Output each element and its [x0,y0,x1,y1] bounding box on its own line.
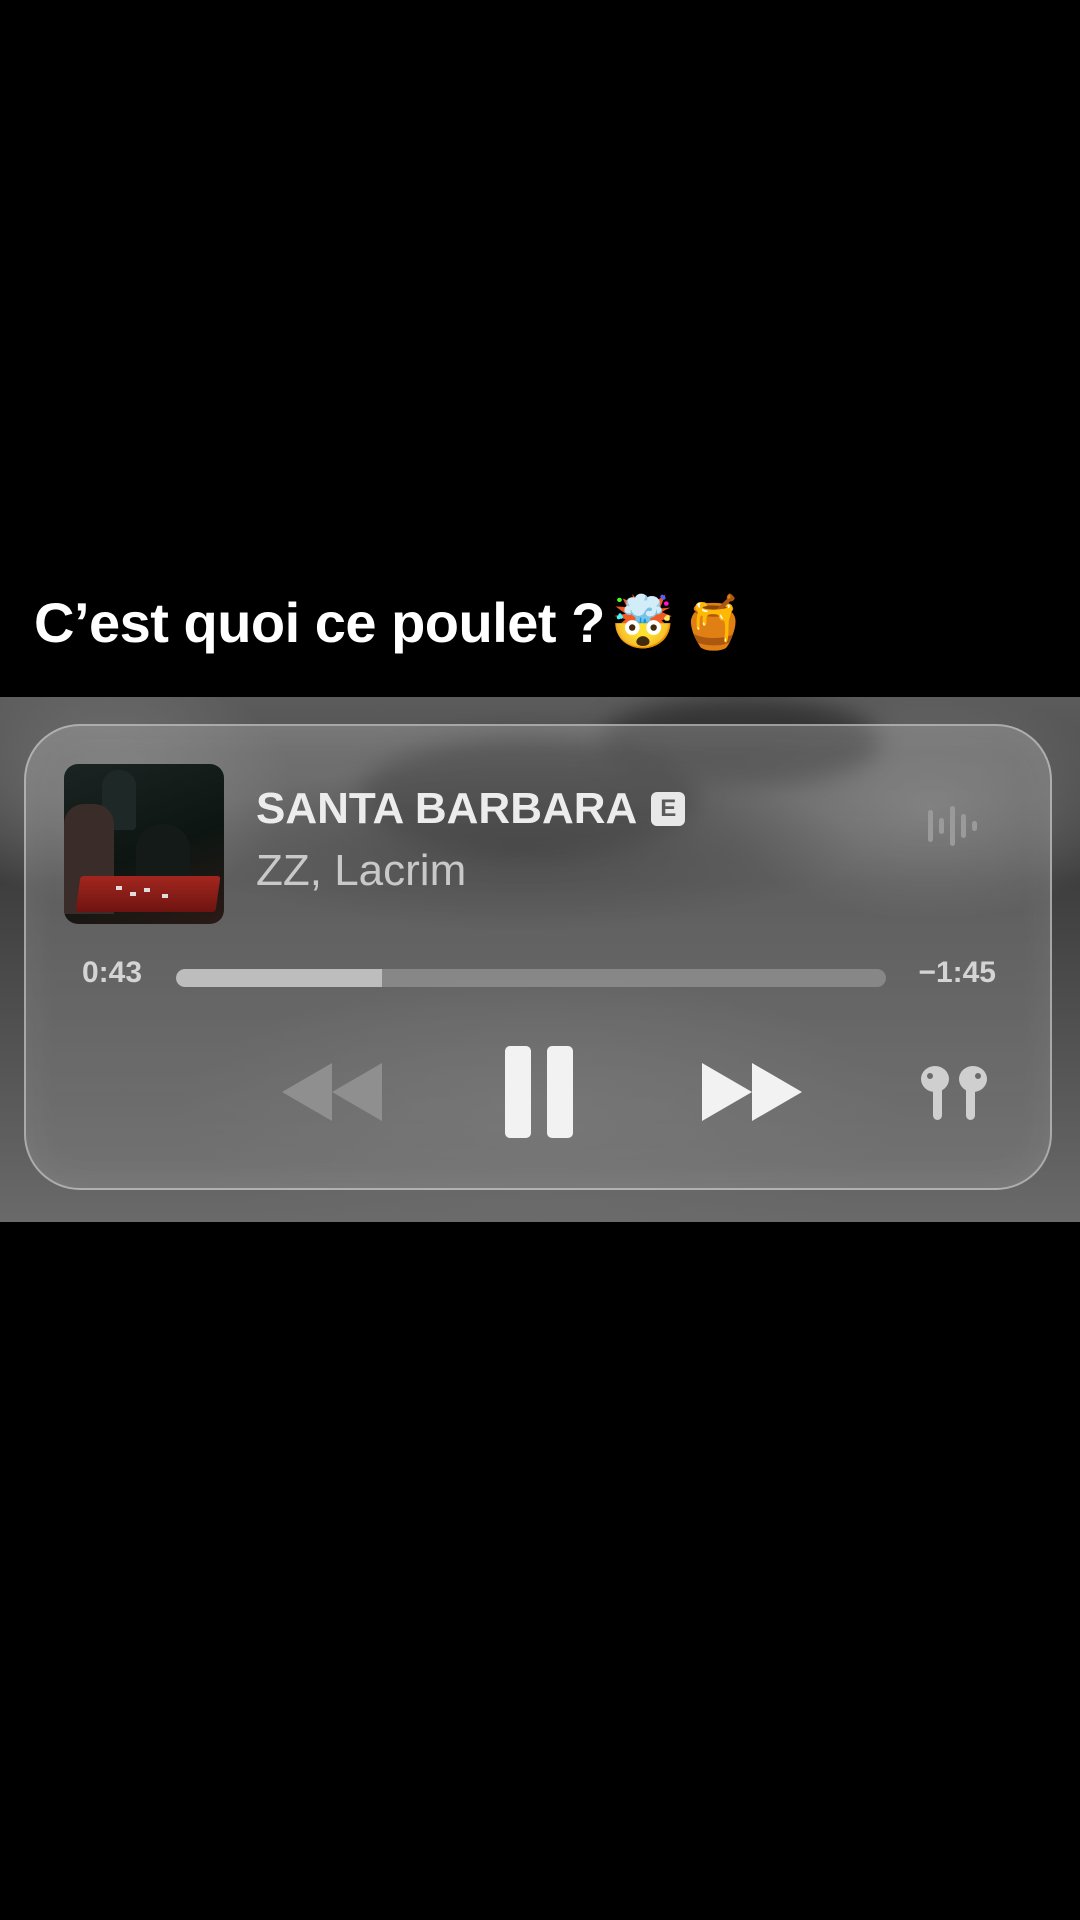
artist-name[interactable]: ZZ, Lacrim [256,846,466,896]
caption-text: C’est quoi ce poulet ? [34,591,605,654]
airpods-icon[interactable] [918,1064,990,1122]
now-playing-widget: SANTA BARBARA E ZZ, Lacrim 0:43 −1:45 [24,724,1052,1190]
fast-forward-icon[interactable] [700,1061,804,1123]
exploding-head-emoji: 🤯 [610,593,676,653]
song-title-row: SANTA BARBARA E [256,784,686,834]
honey-pot-emoji: 🍯 [681,593,746,653]
waveform-icon[interactable] [926,804,986,848]
rewind-icon[interactable] [280,1061,384,1123]
caption: C’est quoi ce poulet ? 🤯 🍯 [34,590,746,655]
explicit-badge: E [651,792,686,826]
song-title: SANTA BARBARA [256,784,638,833]
video-background: SANTA BARBARA E ZZ, Lacrim 0:43 −1:45 [0,697,1080,1222]
progress-bar[interactable] [176,969,886,987]
album-art[interactable] [64,764,224,924]
elapsed-time: 0:43 [82,956,143,989]
progress-fill [176,969,382,987]
pause-icon[interactable] [503,1044,575,1140]
remaining-time: −1:45 [918,956,996,989]
